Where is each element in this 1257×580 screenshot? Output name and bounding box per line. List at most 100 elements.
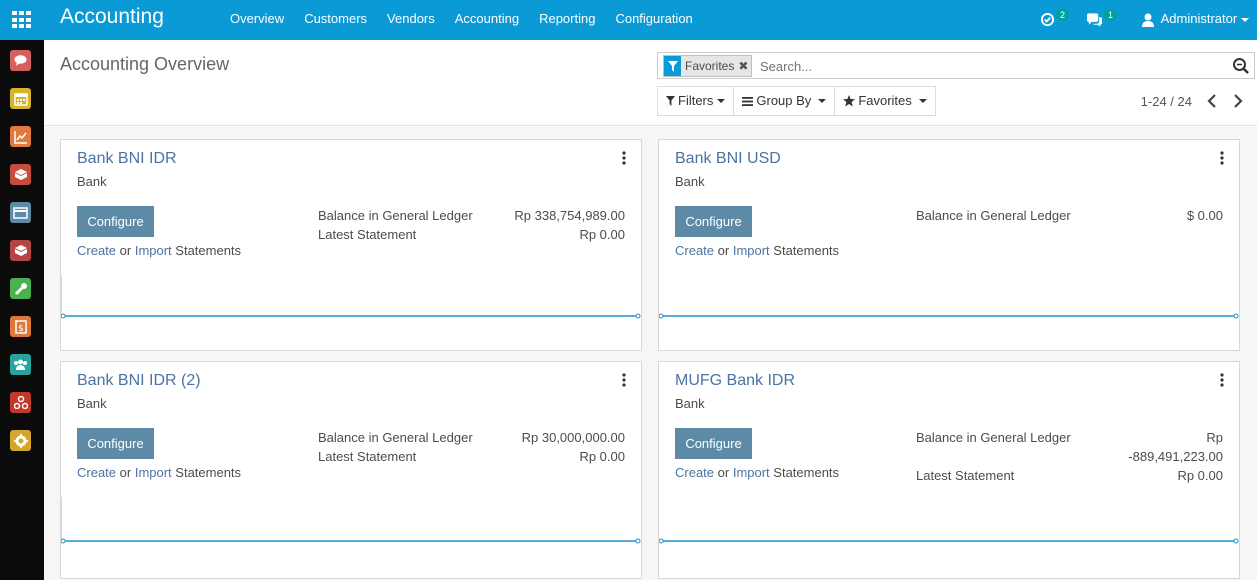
graph-axis bbox=[61, 275, 62, 315]
user-menu[interactable]: Administrator bbox=[1142, 0, 1250, 40]
balance-value: Rp 338,754,989.00 bbox=[514, 208, 625, 223]
activity-badge: 2 bbox=[1056, 9, 1070, 21]
messages-badge: 1 bbox=[1104, 9, 1118, 21]
purchase-icon[interactable] bbox=[10, 240, 31, 261]
balance-graph bbox=[659, 313, 1239, 319]
or-text: or bbox=[714, 465, 733, 480]
journal-type: Bank bbox=[675, 174, 705, 189]
kebab-menu-icon[interactable] bbox=[621, 151, 627, 165]
menu-accounting[interactable]: Accounting bbox=[445, 0, 529, 40]
import-link[interactable]: Import bbox=[135, 465, 172, 480]
app-switcher-icon[interactable] bbox=[12, 11, 31, 29]
user-caret-icon bbox=[1241, 17, 1250, 22]
configure-button[interactable]: Configure bbox=[77, 206, 154, 237]
balance-label: Balance in General Ledger bbox=[916, 208, 1071, 223]
search-icon[interactable] bbox=[1232, 57, 1250, 75]
invoicing-icon[interactable] bbox=[10, 202, 31, 223]
latest-statement-label: Latest Statement bbox=[318, 449, 417, 464]
statement-actions: Create or Import Statements bbox=[77, 243, 241, 258]
discuss-icon[interactable] bbox=[10, 50, 31, 71]
configure-button[interactable]: Configure bbox=[77, 428, 154, 459]
favorites-button[interactable]: Favorites bbox=[835, 87, 934, 115]
menu-vendors[interactable]: Vendors bbox=[377, 0, 445, 40]
statements-text: Statements bbox=[171, 243, 242, 258]
filter-icon bbox=[666, 96, 675, 106]
balance-value-currency: Rp bbox=[1206, 430, 1223, 445]
create-link[interactable]: Create bbox=[675, 243, 714, 258]
create-link[interactable]: Create bbox=[77, 243, 116, 258]
settings-tools-icon[interactable] bbox=[10, 278, 31, 299]
configure-button[interactable]: Configure bbox=[675, 206, 752, 237]
search-options: Filters Group By Favorites bbox=[657, 86, 936, 116]
favorites-label: Favorites bbox=[858, 93, 912, 108]
accounting-icon[interactable]: $ bbox=[10, 316, 31, 337]
clock-check-icon bbox=[1040, 13, 1055, 27]
latest-statement-label: Latest Statement bbox=[318, 227, 417, 242]
balance-graph bbox=[61, 538, 641, 544]
import-link[interactable]: Import bbox=[733, 243, 770, 258]
configure-button[interactable]: Configure bbox=[675, 428, 752, 459]
journal-type: Bank bbox=[77, 396, 107, 411]
menu-overview[interactable]: Overview bbox=[220, 0, 294, 40]
chevron-right-icon[interactable] bbox=[1231, 93, 1245, 109]
kebab-menu-icon[interactable] bbox=[1219, 373, 1225, 387]
menu-configuration[interactable]: Configuration bbox=[605, 0, 702, 40]
filters-label: Filters bbox=[678, 93, 714, 108]
breadcrumb: Accounting Overview bbox=[60, 54, 230, 74]
or-text: or bbox=[714, 243, 733, 258]
menu-reporting[interactable]: Reporting bbox=[529, 0, 605, 40]
search-input[interactable] bbox=[760, 56, 1220, 76]
groupby-button[interactable]: Group By bbox=[734, 87, 836, 115]
balance-label: Balance in General Ledger bbox=[916, 430, 1071, 445]
statement-actions: Create or Import Statements bbox=[675, 465, 839, 480]
chevron-left-icon[interactable] bbox=[1205, 93, 1219, 109]
journal-card: Bank BNI IDR (2) Bank Configure Create o… bbox=[60, 361, 642, 579]
journal-title[interactable]: Bank BNI IDR bbox=[77, 150, 177, 168]
activity-menu[interactable]: 2 bbox=[1040, 0, 1070, 40]
journal-title[interactable]: Bank BNI USD bbox=[675, 150, 781, 168]
or-text: or bbox=[116, 465, 135, 480]
journal-type: Bank bbox=[675, 396, 705, 411]
search-facet: Favorites ✖ bbox=[663, 55, 753, 77]
user-name: Administrator bbox=[1160, 11, 1238, 26]
import-link[interactable]: Import bbox=[733, 465, 770, 480]
kebab-menu-icon[interactable] bbox=[621, 373, 627, 387]
settings-icon[interactable] bbox=[10, 430, 31, 451]
menu-customers[interactable]: Customers bbox=[294, 0, 377, 40]
inventory-icon[interactable] bbox=[10, 164, 31, 185]
kebab-menu-icon[interactable] bbox=[1219, 151, 1225, 165]
statements-text: Statements bbox=[769, 465, 840, 480]
apps-share-icon[interactable] bbox=[10, 392, 31, 413]
facet-label: Favorites bbox=[685, 59, 735, 73]
journal-card: Bank BNI USD Bank Configure Create or Im… bbox=[658, 139, 1240, 351]
statements-text: Statements bbox=[171, 465, 242, 480]
pager-value[interactable]: 1-24 / 24 bbox=[1141, 94, 1192, 109]
caret-down-icon bbox=[818, 99, 827, 103]
user-icon bbox=[1142, 13, 1154, 27]
balance-value: $ 0.00 bbox=[1186, 208, 1223, 223]
import-link[interactable]: Import bbox=[135, 243, 172, 258]
main-menu: Overview Customers Vendors Accounting Re… bbox=[220, 0, 703, 40]
messaging-menu[interactable]: 1 bbox=[1086, 0, 1118, 40]
facet-remove-icon[interactable]: ✖ bbox=[738, 56, 751, 76]
star-icon bbox=[843, 95, 856, 107]
filter-funnel-icon bbox=[664, 56, 681, 76]
or-text: or bbox=[116, 243, 135, 258]
latest-statement-label: Latest Statement bbox=[916, 468, 1015, 483]
statement-actions: Create or Import Statements bbox=[675, 243, 839, 258]
create-link[interactable]: Create bbox=[675, 465, 714, 480]
balance-graph bbox=[61, 313, 641, 319]
calendar-icon[interactable] bbox=[10, 88, 31, 109]
balance-value: Rp 30,000,000.00 bbox=[521, 430, 625, 445]
filters-button[interactable]: Filters bbox=[658, 87, 735, 115]
control-panel: Accounting Overview Favorites ✖ Filters … bbox=[44, 40, 1257, 126]
app-sidebar: $ bbox=[0, 40, 44, 580]
employees-icon[interactable] bbox=[10, 354, 31, 375]
create-link[interactable]: Create bbox=[77, 465, 116, 480]
journal-title[interactable]: MUFG Bank IDR bbox=[675, 372, 795, 390]
latest-statement-value: Rp 0.00 bbox=[1177, 468, 1223, 483]
journal-title[interactable]: Bank BNI IDR (2) bbox=[77, 372, 201, 390]
journal-card: Bank BNI IDR Bank Configure Create or Im… bbox=[60, 139, 642, 351]
app-title: Accounting bbox=[60, 5, 164, 28]
reporting-icon[interactable] bbox=[10, 126, 31, 147]
